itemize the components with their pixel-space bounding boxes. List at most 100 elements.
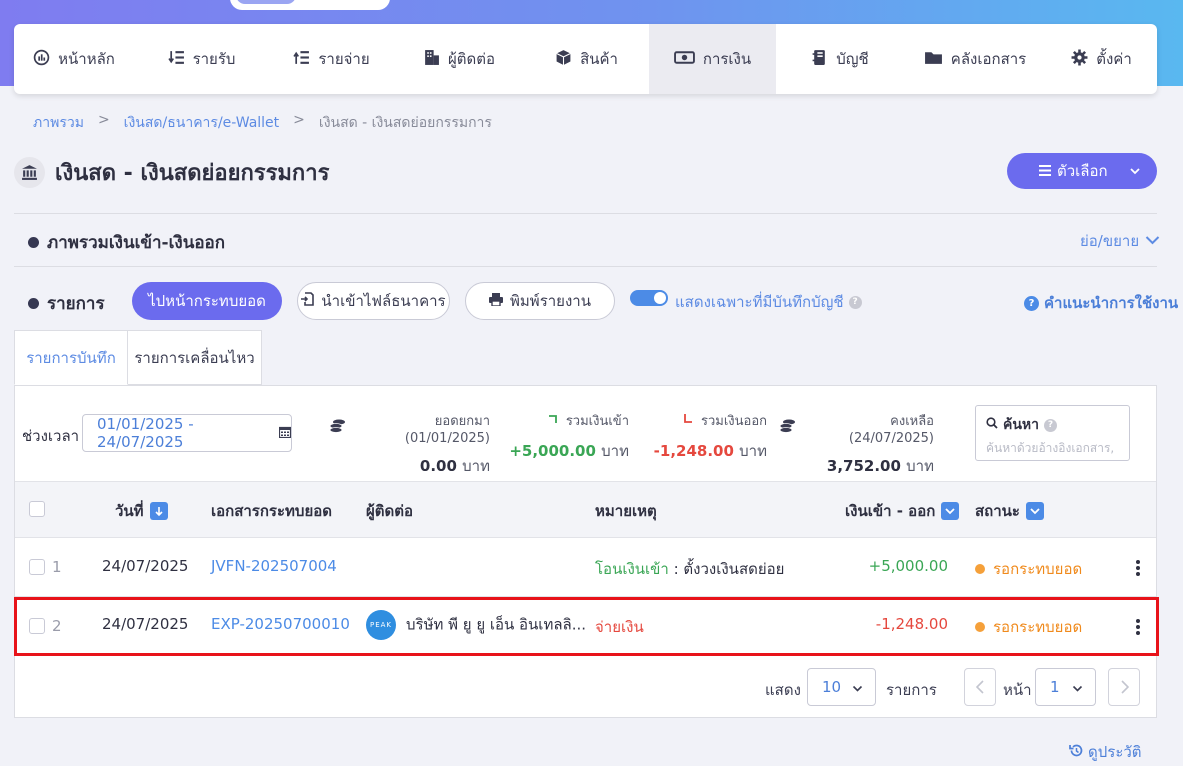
money-icon xyxy=(673,49,695,70)
nav-item-finance[interactable]: การเงิน xyxy=(649,24,776,94)
options-label: ตัวเลือก xyxy=(1057,162,1108,180)
top-pill xyxy=(230,0,390,10)
nav-item-home[interactable]: หน้าหลัก xyxy=(14,24,134,94)
search-placeholder: ค้นหาด้วยอ้างอิงเอกสาร, xyxy=(986,441,1115,455)
row-status-label: รอกระทบยอด xyxy=(993,560,1083,578)
import-label: นำเข้าไฟล์ธนาคาร xyxy=(321,292,446,310)
breadcrumb-parent[interactable]: เงินสด/ธนาคาร/e-Wallet xyxy=(124,112,280,134)
status-dot xyxy=(975,564,985,574)
sort-down-icon[interactable] xyxy=(149,502,168,520)
expense-icon xyxy=(293,49,310,70)
per-page-select[interactable]: 10 xyxy=(807,668,876,706)
period-label: ช่วงเวลา xyxy=(22,427,80,445)
tab-movements[interactable]: รายการเคลื่อนไหว xyxy=(127,330,262,385)
toggle-label: แสดงเฉพาะที่มีบันทึกบัญชี xyxy=(675,293,844,311)
show-accounted-only-toggle[interactable] xyxy=(630,290,668,306)
filter-dropdown-icon[interactable] xyxy=(1025,502,1044,520)
stat-total-in: รวมเงินเข้า +5,000.00 บาท xyxy=(505,410,629,463)
import-bank-file-button[interactable]: นำเข้าไฟล์ธนาคาร xyxy=(297,282,450,320)
coins-icon xyxy=(779,419,796,437)
box-icon xyxy=(555,49,572,70)
nav-item-expense[interactable]: รายจ่าย xyxy=(269,24,394,94)
nav-label-home: หน้าหลัก xyxy=(58,50,115,68)
nav-item-contacts[interactable]: ผู้ติดต่อ xyxy=(394,24,524,94)
per-page-value: 10 xyxy=(822,678,842,696)
nav-item-documents[interactable]: คลังเอกสาร xyxy=(904,24,1046,94)
divider xyxy=(14,266,1157,267)
bullet-dot xyxy=(28,298,39,309)
column-status[interactable]: สถานะ xyxy=(975,499,1044,523)
select-all-checkbox[interactable] xyxy=(29,501,45,517)
column-amount[interactable]: เงินเข้า - ออก xyxy=(845,499,960,523)
row-menu-icon[interactable] xyxy=(1136,560,1140,578)
breadcrumb-separator: > xyxy=(293,112,305,128)
history-label: ดูประวัติ xyxy=(1088,743,1142,761)
filter-dropdown-icon[interactable] xyxy=(941,502,960,520)
help-icon[interactable]: ? xyxy=(848,295,862,309)
tab-records[interactable]: รายการบันทึก xyxy=(14,330,128,385)
stat-in-value: +5,000.00 xyxy=(509,442,596,460)
toggle-label-wrap: แสดงเฉพาะที่มีบันทึกบัญชี ? xyxy=(675,290,862,314)
help-icon[interactable]: ? xyxy=(1044,418,1058,432)
pagination-page-label: หน้า xyxy=(1003,681,1032,699)
row-note-sep: : xyxy=(668,560,684,578)
page-select[interactable]: 1 xyxy=(1035,668,1096,706)
prev-page-button[interactable] xyxy=(964,668,996,706)
question-circle-icon: ? xyxy=(1024,295,1039,311)
search-input[interactable]: ค้นหา? ค้นหาด้วยอ้างอิงเอกสาร, xyxy=(975,405,1130,461)
row-amount: +5,000.00 xyxy=(868,557,948,575)
stat-closing-balance: คงเหลือ (24/07/2025) 3,752.00 บาท xyxy=(779,410,934,478)
row-number: 1 xyxy=(52,558,62,576)
collapse-toggle[interactable]: ย่อ/ขยาย xyxy=(1080,229,1160,253)
breadcrumb-current: เงินสด - เงินสดย่อยกรรมการ xyxy=(318,115,492,131)
options-button[interactable]: ตัวเลือก xyxy=(1007,153,1157,189)
coins-icon xyxy=(329,419,346,437)
breadcrumb: ภาพรวม > เงินสด/ธนาคาร/e-Wallet > เงินสด… xyxy=(33,112,492,134)
currency-unit: บาท xyxy=(601,442,629,460)
column-date-label: วันที่ xyxy=(115,502,144,520)
next-page-button[interactable] xyxy=(1108,668,1140,706)
stat-opening-label: ยอดยกมา (01/01/2025) xyxy=(404,414,490,446)
stat-balance-value: 3,752.00 xyxy=(826,457,901,475)
nav-label-contacts: ผู้ติดต่อ xyxy=(447,50,496,68)
highlight-box xyxy=(14,597,1159,656)
usage-guide-link[interactable]: ? คำแนะนำการใช้งาน xyxy=(1024,291,1178,315)
dashboard-icon xyxy=(33,49,50,70)
overview-title: ภาพรวมเงินเข้า-เงินออก xyxy=(47,233,226,253)
row-note-type: โอนเงินเข้า xyxy=(595,560,669,578)
nav-item-accounting[interactable]: บัญชี xyxy=(776,24,904,94)
currency-unit: บาท xyxy=(739,442,767,460)
currency-unit: บาท xyxy=(462,457,490,475)
column-date[interactable]: วันที่ xyxy=(115,499,168,523)
nav-item-products[interactable]: สินค้า xyxy=(524,24,649,94)
menu-icon xyxy=(1039,162,1051,180)
nav-item-settings[interactable]: ตั้งค่า xyxy=(1046,24,1157,94)
row-doc-link[interactable]: JVFN-202507004 xyxy=(211,557,337,575)
chevron-down-icon xyxy=(1072,680,1083,698)
main-nav: หน้าหลัก รายรับ รายจ่าย ผู้ติดต่อ สินค้า… xyxy=(14,24,1157,94)
bank-icon xyxy=(14,157,45,188)
collapse-label: ย่อ/ขยาย xyxy=(1080,232,1140,250)
print-report-button[interactable]: พิมพ์รายงาน xyxy=(465,282,615,320)
stat-out-label: รวมเงินออก xyxy=(700,414,767,429)
stat-in-label: รวมเงินเข้า xyxy=(565,414,629,429)
column-status-label: สถานะ xyxy=(975,502,1020,520)
search-icon xyxy=(986,417,998,433)
print-label: พิมพ์รายงาน xyxy=(510,292,591,310)
gear-icon xyxy=(1071,49,1088,70)
view-history-link[interactable]: ดูประวัติ xyxy=(1069,740,1142,764)
date-range-value: 01/01/2025 - 24/07/2025 xyxy=(97,415,194,451)
date-range-picker[interactable]: 01/01/2025 - 24/07/2025 xyxy=(82,414,292,452)
stat-total-out: รวมเงินออก -1,248.00 บาท xyxy=(645,410,767,463)
nav-item-income[interactable]: รายรับ xyxy=(134,24,269,94)
nav-label-accounting: บัญชี xyxy=(836,50,869,68)
row-checkbox[interactable] xyxy=(29,559,45,575)
chevron-down-icon xyxy=(1129,163,1141,181)
chevron-down-icon xyxy=(852,680,863,698)
breadcrumb-home[interactable]: ภาพรวม xyxy=(33,112,84,134)
reconcile-button[interactable]: ไปหน้ากระทบยอด xyxy=(132,282,282,320)
page-title: เงินสด - เงินสดย่อยกรรมการ xyxy=(55,161,330,186)
calendar-icon xyxy=(278,424,292,442)
row-status: รอกระทบยอด xyxy=(975,557,1082,581)
column-note: หมายเหตุ xyxy=(595,502,657,520)
